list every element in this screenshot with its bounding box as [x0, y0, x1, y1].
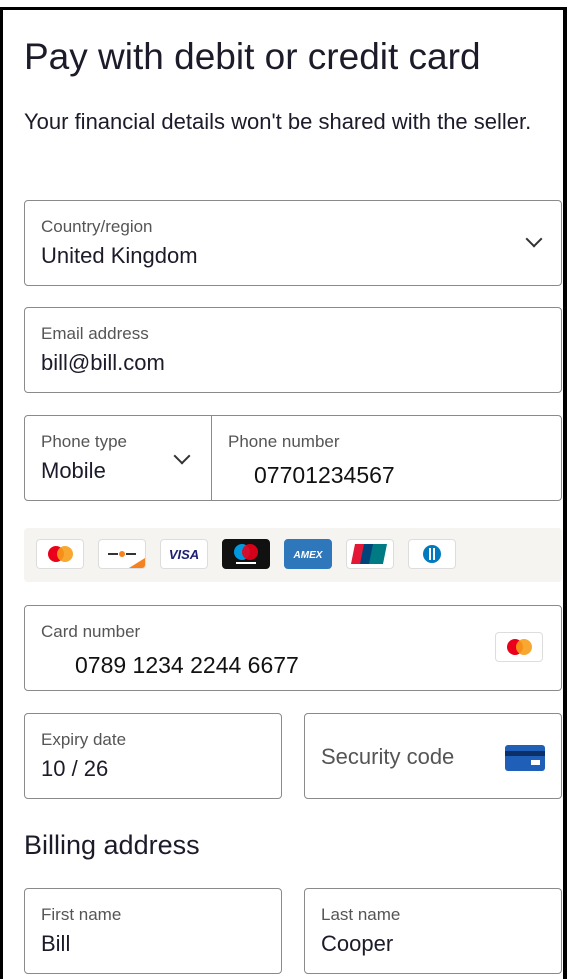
expiry-date-value: 10 / 26 [41, 756, 109, 781]
expiry-date-field[interactable]: Expiry date 10 / 26 [24, 713, 282, 799]
phone-number-label: Phone number [228, 432, 340, 451]
last-name-label: Last name [321, 905, 401, 924]
amex-icon: AMEX [284, 539, 332, 569]
security-code-placeholder: Security code [321, 744, 455, 769]
svg-text:AMEX: AMEX [293, 550, 324, 561]
country-select[interactable]: Country/region United Kingdom [24, 200, 562, 286]
chevron-down-icon [173, 447, 191, 465]
page-subtitle: Your financial details won't be shared w… [24, 109, 532, 134]
billing-address-heading: Billing address [24, 830, 200, 860]
card-number-field[interactable]: Card number 0789 1234 2244 6677 [24, 605, 562, 691]
unionpay-icon [346, 539, 394, 569]
chevron-down-icon [525, 230, 543, 248]
email-label: Email address [41, 324, 149, 343]
card-back-icon [505, 745, 545, 776]
visa-icon: VISA [160, 539, 208, 569]
svg-text:VISA: VISA [169, 547, 199, 562]
phone-number-value: 07701234567 [254, 462, 395, 488]
country-value: United Kingdom [41, 243, 198, 268]
last-name-value: Cooper [321, 931, 394, 956]
diners-club-icon [408, 539, 456, 569]
expiry-date-label: Expiry date [41, 730, 127, 749]
last-name-field[interactable]: Last name Cooper [304, 888, 562, 974]
page-title: Pay with debit or credit card [24, 36, 481, 77]
maestro-icon [222, 539, 270, 569]
mastercard-icon [495, 632, 543, 662]
phone-number-field[interactable]: Phone number 07701234567 [211, 415, 562, 501]
first-name-label: First name [41, 905, 122, 924]
discover-icon [98, 539, 146, 569]
mastercard-icon [36, 539, 84, 569]
phone-type-value: Mobile [41, 458, 106, 483]
security-code-field[interactable]: Security code [304, 713, 562, 799]
card-number-value: 0789 1234 2244 6677 [75, 652, 299, 678]
email-field[interactable]: Email address bill@bill.com [24, 307, 562, 393]
card-logos-strip: VISA AMEX [24, 528, 562, 582]
country-label: Country/region [41, 217, 153, 236]
email-value: bill@bill.com [41, 350, 165, 375]
first-name-field[interactable]: First name Bill [24, 888, 282, 974]
phone-type-select[interactable]: Phone type Mobile [24, 415, 212, 501]
phone-type-label: Phone type [41, 432, 128, 451]
card-number-label: Card number [41, 622, 141, 641]
first-name-value: Bill [41, 931, 71, 956]
